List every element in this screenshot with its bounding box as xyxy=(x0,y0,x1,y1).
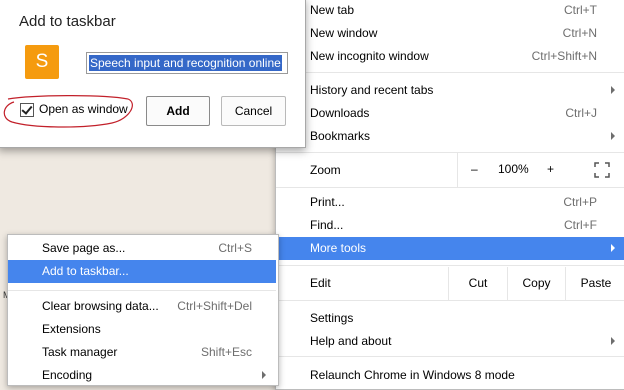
submenu-item-extensions[interactable]: Extensions xyxy=(8,318,276,341)
submenu-separator xyxy=(8,290,276,291)
menu-item-label: Downloads xyxy=(310,106,370,120)
menu-separator xyxy=(276,72,624,73)
submenu-item-save-page[interactable]: Save page as... Ctrl+S xyxy=(8,237,276,260)
copy-button[interactable]: Copy xyxy=(507,267,565,300)
chrome-main-menu: New tab Ctrl+T New window Ctrl+N New inc… xyxy=(275,0,624,390)
menu-item-shortcut: Ctrl+Shift+N xyxy=(531,49,597,63)
menu-item-label: New incognito window xyxy=(310,49,429,63)
submenu-item-add-to-taskbar[interactable]: Add to taskbar... xyxy=(8,260,276,283)
red-annotation-circle xyxy=(3,95,133,128)
edit-label: Edit xyxy=(310,276,331,290)
chevron-right-icon xyxy=(611,132,615,140)
menu-item-label: Bookmarks xyxy=(310,129,371,143)
cancel-button[interactable]: Cancel xyxy=(221,96,286,126)
zoom-label: Zoom xyxy=(310,163,341,177)
menu-item-bookmarks[interactable]: Bookmarks xyxy=(276,125,624,148)
submenu-item-label: Save page as... xyxy=(42,241,126,255)
menu-item-downloads[interactable]: Downloads Ctrl+J xyxy=(276,102,624,125)
menu-item-label: Print... xyxy=(310,195,345,209)
menu-item-shortcut: Ctrl+P xyxy=(563,195,597,209)
cut-button[interactable]: Cut xyxy=(448,267,507,300)
menu-item-label: History and recent tabs xyxy=(310,83,434,97)
more-tools-submenu: Save page as... Ctrl+S Add to taskbar...… xyxy=(7,234,279,386)
submenu-item-clear-browsing[interactable]: Clear browsing data... Ctrl+Shift+Del xyxy=(8,295,276,318)
menu-item-label: Help and about xyxy=(310,334,392,348)
shortcut-name-value: Speech input and recognition online xyxy=(89,55,282,71)
add-button[interactable]: Add xyxy=(146,96,210,126)
menu-separator xyxy=(276,300,624,301)
submenu-item-label: Encoding xyxy=(42,368,93,382)
menu-item-shortcut: Ctrl+J xyxy=(565,106,597,120)
submenu-item-shortcut: Ctrl+Shift+Del xyxy=(177,299,252,313)
menu-item-label: New tab xyxy=(310,3,355,17)
menu-item-label: Settings xyxy=(310,311,354,325)
menu-item-new-window[interactable]: New window Ctrl+N xyxy=(276,22,624,45)
zoom-level: 100% xyxy=(498,162,529,176)
menu-item-label: Find... xyxy=(310,218,344,232)
paste-button[interactable]: Paste xyxy=(565,267,624,300)
menu-item-help[interactable]: Help and about xyxy=(276,330,624,353)
chevron-right-icon xyxy=(611,337,615,345)
menu-item-more-tools[interactable]: More tools xyxy=(276,237,624,260)
shortcut-name-input[interactable]: Speech input and recognition online xyxy=(86,52,288,74)
zoom-minus-button[interactable]: – xyxy=(471,162,478,176)
submenu-item-label: Task manager xyxy=(42,345,118,359)
chevron-right-icon xyxy=(611,86,615,94)
submenu-item-label: Add to taskbar... xyxy=(42,264,129,278)
menu-separator xyxy=(276,265,624,266)
menu-item-print[interactable]: Print... Ctrl+P xyxy=(276,191,624,214)
submenu-item-encoding[interactable]: Encoding xyxy=(8,364,276,387)
edit-row: Edit Cut Copy Paste xyxy=(276,267,624,300)
submenu-item-task-manager[interactable]: Task manager Shift+Esc xyxy=(8,341,276,364)
chevron-right-icon xyxy=(611,244,615,252)
submenu-item-label: Extensions xyxy=(42,322,101,336)
fullscreen-button[interactable] xyxy=(582,153,624,187)
add-to-taskbar-dialog: Add to taskbar S Speech input and recogn… xyxy=(0,0,306,148)
menu-separator xyxy=(276,356,624,357)
menu-item-find[interactable]: Find... Ctrl+F xyxy=(276,214,624,237)
menu-item-relaunch[interactable]: Relaunch Chrome in Windows 8 mode xyxy=(276,364,624,387)
menu-item-shortcut: Ctrl+T xyxy=(564,3,597,17)
submenu-item-shortcut: Ctrl+S xyxy=(218,241,252,255)
submenu-item-label: Clear browsing data... xyxy=(42,299,159,313)
zoom-plus-button[interactable]: + xyxy=(547,162,554,176)
submenu-item-shortcut: Shift+Esc xyxy=(200,345,252,359)
dialog-title: Add to taskbar xyxy=(19,13,116,30)
fullscreen-icon xyxy=(594,162,610,178)
chevron-right-icon xyxy=(262,371,266,379)
menu-item-shortcut: Ctrl+N xyxy=(562,26,597,40)
menu-separator xyxy=(276,187,624,188)
menu-item-label: More tools xyxy=(310,241,367,255)
zoom-row: Zoom – 100% + xyxy=(276,153,624,187)
app-icon: S xyxy=(25,45,59,79)
menu-item-new-tab[interactable]: New tab Ctrl+T xyxy=(276,0,624,22)
menu-item-new-incognito[interactable]: New incognito window Ctrl+Shift+N xyxy=(276,45,624,68)
menu-item-shortcut: Ctrl+F xyxy=(564,218,597,232)
menu-item-label: New window xyxy=(310,26,378,40)
menu-item-history[interactable]: History and recent tabs xyxy=(276,79,624,102)
menu-item-label: Relaunch Chrome in Windows 8 mode xyxy=(310,368,515,382)
menu-item-settings[interactable]: Settings xyxy=(276,307,624,330)
